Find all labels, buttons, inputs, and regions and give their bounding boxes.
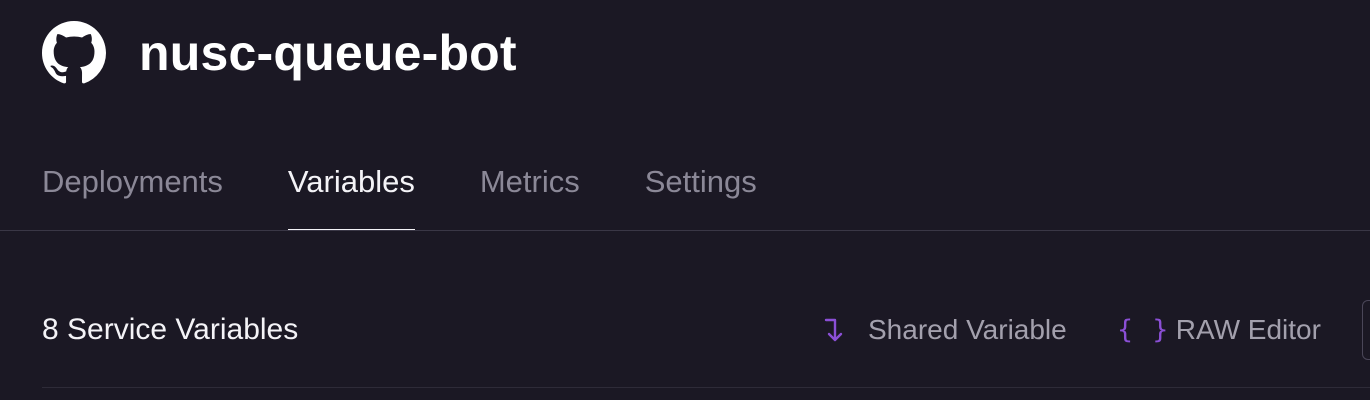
raw-editor-label: RAW Editor xyxy=(1175,314,1321,345)
tab-metrics[interactable]: Metrics xyxy=(480,160,580,231)
service-header: nusc-queue-bot xyxy=(42,20,517,86)
service-title: nusc-queue-bot xyxy=(139,25,517,81)
tabs-divider xyxy=(0,230,1370,231)
raw-editor-button[interactable]: { } RAW Editor xyxy=(1117,314,1321,346)
braces-icon: { } xyxy=(1117,315,1171,345)
variables-list-divider xyxy=(42,387,1370,388)
tab-bar: Deployments Variables Metrics Settings xyxy=(42,160,822,231)
tab-deployments[interactable]: Deployments xyxy=(42,160,223,231)
tab-variables[interactable]: Variables xyxy=(287,160,415,231)
variables-actions: Shared Variable { } RAW Editor xyxy=(822,310,1321,350)
shared-variable-label: Shared Variable xyxy=(868,314,1067,345)
service-variables-count: 8 Service Variables xyxy=(42,313,299,346)
tab-settings[interactable]: Settings xyxy=(645,160,757,231)
new-variable-button[interactable] xyxy=(1362,300,1370,360)
arrow-down-right-icon xyxy=(822,314,850,346)
service-page: nusc-queue-bot Deployments Variables Met… xyxy=(0,0,1370,400)
github-icon xyxy=(42,21,106,85)
shared-variable-button[interactable]: Shared Variable xyxy=(822,314,1067,346)
